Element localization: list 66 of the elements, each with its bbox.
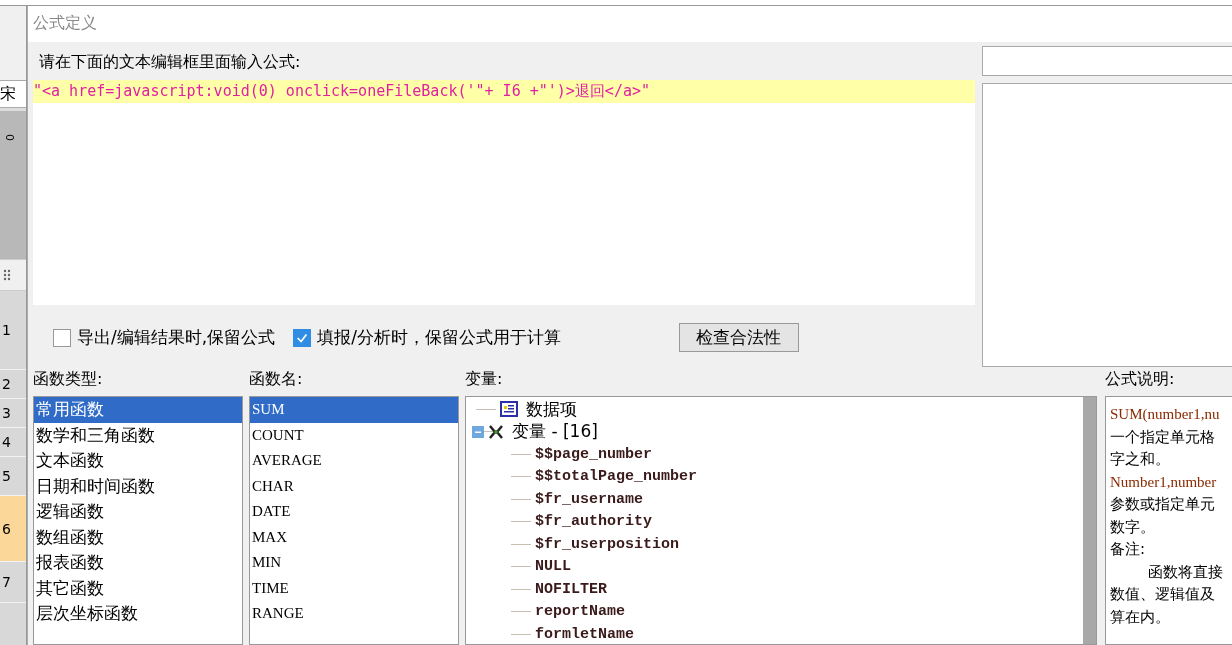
tree-item[interactable]: 变量 - [16] xyxy=(512,420,598,444)
tree-item[interactable]: 数据项 xyxy=(526,397,577,421)
column-label: 公式说明: xyxy=(1105,368,1176,390)
tree-item[interactable]: $fr_userposition xyxy=(535,535,680,553)
description-line: 函数将直接 xyxy=(1147,561,1224,583)
input-field[interactable] xyxy=(982,46,1232,76)
description-line: 数字。 xyxy=(1110,516,1156,538)
tree-item[interactable]: NULL xyxy=(535,558,571,576)
checkbox-label[interactable]: 填报/分析时，保留公式用于计算 xyxy=(317,326,561,349)
list-item[interactable]: 日期和时间函数 xyxy=(34,473,242,499)
description-line: Number1,number xyxy=(1110,472,1218,492)
list-item[interactable]: 常用函数 xyxy=(34,397,242,423)
tree-item[interactable]: reportName xyxy=(535,603,625,621)
scrollbar[interactable] xyxy=(1083,397,1096,644)
list-item[interactable]: SUM xyxy=(250,397,458,423)
window-title: 公式定义 xyxy=(33,13,97,34)
collapse-icon[interactable] xyxy=(472,425,484,438)
column-label: 函数名: xyxy=(249,368,304,390)
tree-item[interactable]: NOFILTER xyxy=(535,580,607,598)
description-line: 字之和。 xyxy=(1110,449,1171,470)
list-item[interactable]: RANGE xyxy=(250,601,458,627)
list-icon xyxy=(500,401,518,418)
font-field[interactable]: 宋 xyxy=(0,80,26,108)
row-header[interactable]: 4 xyxy=(0,428,26,457)
variables-icon xyxy=(488,423,504,440)
tree-item[interactable]: $fr_authority xyxy=(535,513,653,531)
check-validity-button[interactable]: 检查合法性 xyxy=(678,323,799,352)
list-item[interactable]: COUNT xyxy=(250,422,458,448)
list-item[interactable]: AVERAGE xyxy=(250,448,458,474)
formula-editor[interactable]: "<a href=javascript:void(0) onclick=oneFileBack('"+ I6 +"')>退回</a>" xyxy=(33,80,975,305)
list-item[interactable]: CHAR xyxy=(250,473,458,499)
row-header[interactable]: 7 xyxy=(0,562,26,603)
tree-item[interactable]: $fr_username xyxy=(535,490,644,508)
checkbox[interactable] xyxy=(293,328,312,347)
description-line: 一个指定单元格 xyxy=(1110,426,1216,448)
row-header[interactable]: 3 xyxy=(0,399,26,428)
ruler-label: 0 xyxy=(3,134,16,141)
list-item[interactable]: 数学和三角函数 xyxy=(34,422,242,448)
description-line: SUM(number1,nu xyxy=(1110,405,1221,424)
tree-item[interactable]: $$page_number xyxy=(535,445,653,463)
list-item[interactable]: 层次坐标函数 xyxy=(34,601,242,627)
description-line: 算在内。 xyxy=(1110,606,1171,628)
tree-item[interactable]: formletName xyxy=(535,625,635,643)
list-item[interactable]: DATE xyxy=(250,499,458,525)
list-item[interactable]: MAX xyxy=(250,524,458,550)
row-header[interactable]: 6 xyxy=(0,496,26,562)
column-label: 函数类型: xyxy=(33,368,104,390)
prompt-label: 请在下面的文本编辑框里面输入公式: xyxy=(38,51,302,73)
list-item[interactable]: TIME xyxy=(250,575,458,601)
column-label: 变量: xyxy=(465,368,504,390)
checkbox[interactable] xyxy=(53,328,71,347)
checkbox-label[interactable]: 导出/编辑结果时,保留公式 xyxy=(77,326,276,349)
row-header[interactable]: 2 xyxy=(0,370,26,399)
row-header[interactable]: 1 xyxy=(0,291,26,370)
formula-text: "<a href=javascript:void(0) onclick=oneFileBack('"+ I6 +"')>退回</a>" xyxy=(33,82,650,101)
list-item[interactable]: 其它函数 xyxy=(34,575,242,601)
list-item[interactable]: 文本函数 xyxy=(34,448,242,474)
grip-icon[interactable] xyxy=(3,269,11,281)
description-line: 数值、逻辑值及 xyxy=(1110,584,1216,605)
list-item[interactable]: 报表函数 xyxy=(34,550,242,576)
tree-item[interactable]: $$totalPage_number xyxy=(535,468,698,486)
list-item[interactable]: MIN xyxy=(250,550,458,576)
description-line: 参数或指定单元 xyxy=(1110,494,1216,515)
list-item[interactable]: 数组函数 xyxy=(34,524,242,550)
description-line: 备注: xyxy=(1110,539,1147,560)
list-item[interactable]: 逻辑函数 xyxy=(34,499,242,525)
